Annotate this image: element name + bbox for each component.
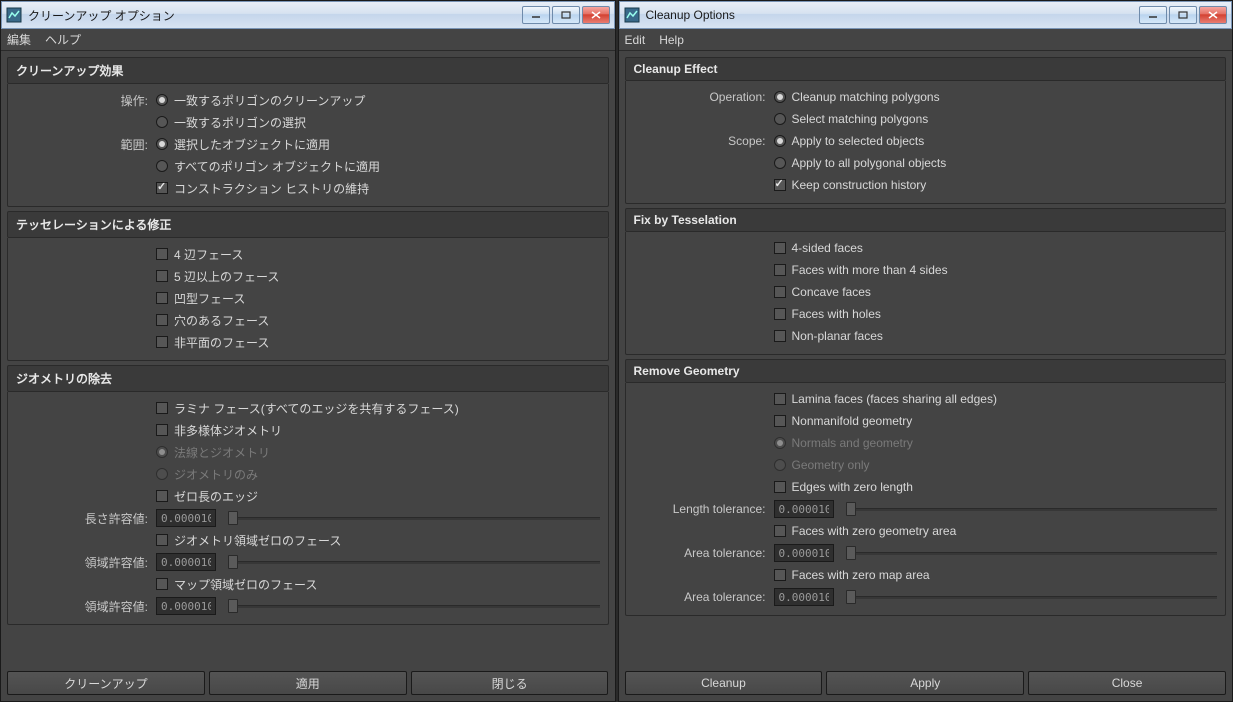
app-icon — [6, 7, 22, 23]
area-tolerance2-label: Area tolerance: — [634, 590, 774, 604]
check-zero-edge[interactable] — [774, 481, 786, 493]
area-tolerance2-field[interactable] — [156, 597, 216, 615]
section-header-remove[interactable]: Remove Geometry — [625, 359, 1227, 383]
check-holes[interactable] — [156, 314, 168, 326]
minimize-button[interactable] — [522, 6, 550, 24]
length-tolerance-slider — [228, 509, 600, 527]
length-tolerance-label: 長さ許容値: — [16, 510, 156, 527]
area-tolerance-slider — [228, 553, 600, 571]
check-nonmanifold[interactable] — [774, 415, 786, 427]
area-tolerance-slider — [846, 544, 1218, 562]
check-keep-history[interactable] — [156, 182, 168, 194]
close-footer-button[interactable]: 閉じる — [411, 671, 609, 695]
footer: クリーンアップ 適用 閉じる — [1, 667, 615, 701]
titlebar[interactable]: Cleanup Options — [619, 1, 1233, 29]
apply-button[interactable]: Apply — [826, 671, 1024, 695]
check-gt4sided[interactable] — [156, 270, 168, 282]
app-icon — [624, 7, 640, 23]
cleanup-button[interactable]: クリーンアップ — [7, 671, 205, 695]
check-gt4sided[interactable] — [774, 264, 786, 276]
radio-geo-only — [156, 468, 168, 480]
section-header-effect[interactable]: クリーンアップ効果 — [7, 57, 609, 84]
close-footer-button[interactable]: Close — [1028, 671, 1226, 695]
check-nonplanar[interactable] — [156, 336, 168, 348]
radio-op-select-label: 一致するポリゴンの選択 — [174, 114, 306, 131]
menu-help[interactable]: Help — [659, 33, 684, 47]
menubar: 編集 ヘルプ — [1, 29, 615, 51]
area-tolerance-label: Area tolerance: — [634, 546, 774, 560]
menu-help[interactable]: ヘルプ — [45, 31, 81, 48]
check-zero-geo-area[interactable] — [156, 534, 168, 546]
check-nonplanar[interactable] — [774, 330, 786, 342]
check-concave[interactable] — [156, 292, 168, 304]
area-tolerance-field[interactable] — [774, 544, 834, 562]
check-keep-history-label: コンストラクション ヒストリの維持 — [174, 180, 369, 197]
radio-scope-all[interactable] — [156, 160, 168, 172]
check-concave[interactable] — [774, 286, 786, 298]
radio-scope-all-label: すべてのポリゴン オブジェクトに適用 — [174, 158, 380, 175]
check-zero-geo-area[interactable] — [774, 525, 786, 537]
close-button[interactable] — [582, 6, 610, 24]
scope-label: 範囲: — [16, 136, 156, 153]
menubar: Edit Help — [619, 29, 1233, 51]
radio-scope-all[interactable] — [774, 157, 786, 169]
radio-scope-selected[interactable] — [156, 138, 168, 150]
length-tolerance-field[interactable] — [156, 509, 216, 527]
radio-op-cleanup-label: 一致するポリゴンのクリーンアップ — [174, 92, 365, 109]
length-tolerance-slider — [846, 500, 1218, 518]
content: クリーンアップ効果 操作: 一致するポリゴンのクリーンアップ 一致するポリゴンの… — [1, 51, 615, 667]
check-zero-map-area[interactable] — [774, 569, 786, 581]
window-title: クリーンアップ オプション — [28, 7, 522, 24]
maximize-button[interactable] — [1169, 6, 1197, 24]
radio-scope-selected-label: 選択したオブジェクトに適用 — [174, 136, 330, 153]
section-header-effect[interactable]: Cleanup Effect — [625, 57, 1227, 81]
area-tolerance2-slider — [228, 597, 600, 615]
radio-geo-only — [774, 459, 786, 471]
area-tolerance-label: 領域許容値: — [16, 554, 156, 571]
check-nonmanifold[interactable] — [156, 424, 168, 436]
area-tolerance2-field[interactable] — [774, 588, 834, 606]
radio-op-select[interactable] — [774, 113, 786, 125]
scope-label: Scope: — [634, 134, 774, 148]
minimize-button[interactable] — [1139, 6, 1167, 24]
menu-edit[interactable]: 編集 — [7, 31, 31, 48]
area-tolerance-field[interactable] — [156, 553, 216, 571]
titlebar[interactable]: クリーンアップ オプション — [1, 1, 615, 29]
area-tolerance2-slider — [846, 588, 1218, 606]
window-en: Cleanup Options Edit Help Cleanup Effect… — [618, 0, 1233, 702]
window-title: Cleanup Options — [646, 8, 1140, 22]
radio-normals-geo — [774, 437, 786, 449]
section-header-remove[interactable]: ジオメトリの除去 — [7, 365, 609, 392]
radio-op-cleanup[interactable] — [774, 91, 786, 103]
check-lamina[interactable] — [774, 393, 786, 405]
check-keep-history[interactable] — [774, 179, 786, 191]
check-zero-map-area[interactable] — [156, 578, 168, 590]
radio-normals-geo — [156, 446, 168, 458]
radio-op-cleanup[interactable] — [156, 94, 168, 106]
length-tolerance-field[interactable] — [774, 500, 834, 518]
length-tolerance-label: Length tolerance: — [634, 502, 774, 516]
cleanup-button[interactable]: Cleanup — [625, 671, 823, 695]
operation-label: Operation: — [634, 90, 774, 104]
operation-label: 操作: — [16, 92, 156, 109]
apply-button[interactable]: 適用 — [209, 671, 407, 695]
section-header-tess[interactable]: テッセレーションによる修正 — [7, 211, 609, 238]
maximize-button[interactable] — [552, 6, 580, 24]
close-button[interactable] — [1199, 6, 1227, 24]
check-holes[interactable] — [774, 308, 786, 320]
check-4sided[interactable] — [774, 242, 786, 254]
window-jp: クリーンアップ オプション 編集 ヘルプ クリーンアップ効果 操作: 一致するポ… — [0, 0, 616, 702]
section-header-tess[interactable]: Fix by Tesselation — [625, 208, 1227, 232]
check-zero-edge[interactable] — [156, 490, 168, 502]
menu-edit[interactable]: Edit — [625, 33, 646, 47]
footer: Cleanup Apply Close — [619, 667, 1233, 701]
content: Cleanup Effect Operation: Cleanup matchi… — [619, 51, 1233, 667]
check-lamina[interactable] — [156, 402, 168, 414]
area-tolerance2-label: 領域許容値: — [16, 598, 156, 615]
radio-op-select[interactable] — [156, 116, 168, 128]
check-4sided[interactable] — [156, 248, 168, 260]
radio-scope-selected[interactable] — [774, 135, 786, 147]
